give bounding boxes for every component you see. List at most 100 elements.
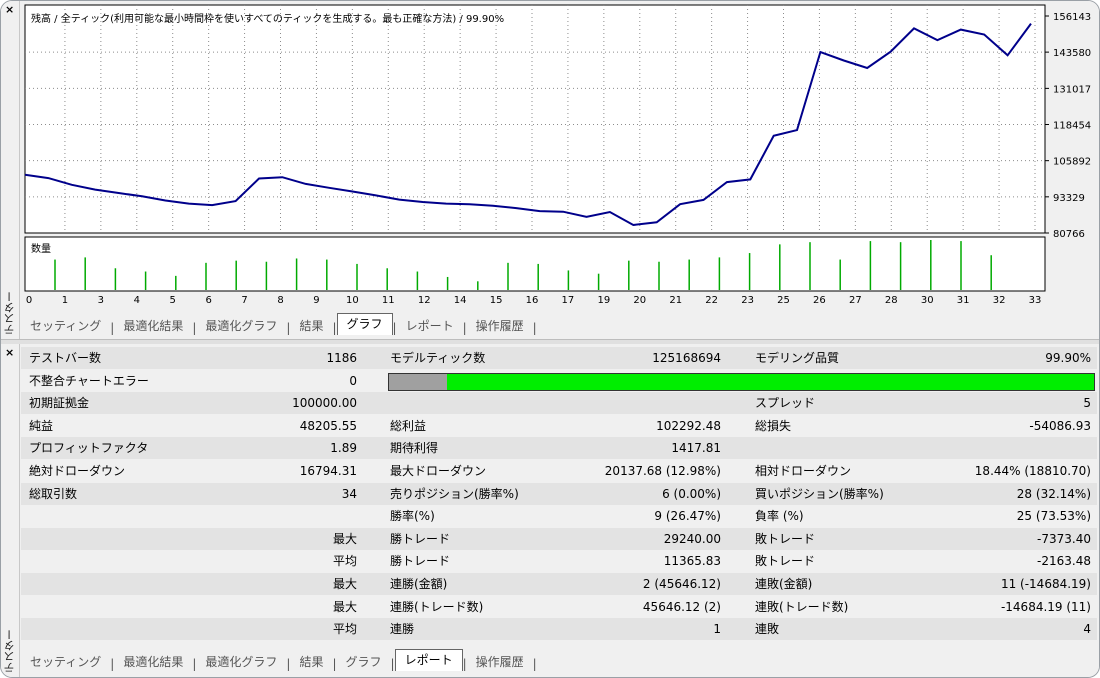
- tab-1[interactable]: 最適化結果: [114, 317, 192, 335]
- table-cell-v2: 11365.83: [663, 554, 721, 569]
- tab-separator: |: [532, 657, 537, 671]
- x-tick-label: 27: [849, 295, 862, 306]
- table-cell-v3: 28 (32.14%): [1016, 486, 1091, 501]
- graph-panel: × テスター 残高 / 全ティック(利用可能な最小時間枠を使いすべてのティックを…: [1, 1, 1099, 339]
- x-tick-label: 5: [170, 295, 176, 306]
- x-tick-label: 33: [1029, 295, 1042, 306]
- x-tick-label: 15: [490, 295, 503, 306]
- tab-4[interactable]: グラフ: [336, 313, 393, 335]
- close-icon[interactable]: ×: [5, 3, 14, 16]
- y-tick-label: 156143: [1053, 12, 1091, 23]
- balance-chart: 残高 / 全ティック(利用可能な最小時間枠を使いすべてのティックを生成する。最も…: [21, 1, 1097, 313]
- table-cell-v3: -2163.48: [1037, 554, 1091, 569]
- table-row: 絶対ドローダウン 16794.31 最大ドローダウン 20137.68 (12.98%…: [21, 460, 1097, 482]
- table-cell-v1: 48205.55: [299, 418, 357, 433]
- x-tick-label: 7: [241, 295, 247, 306]
- table-cell-v2: 29240.00: [663, 531, 721, 546]
- table-cell-v3: -7373.40: [1037, 531, 1091, 546]
- y-tick-label: 143580: [1053, 48, 1091, 59]
- table-cell-v1: 34: [341, 486, 357, 501]
- table-cell-v2: 9 (26.47%): [654, 509, 721, 524]
- volume-label: 数量: [31, 242, 51, 255]
- table-cell-v1: 1186: [326, 351, 357, 365]
- tab-4[interactable]: グラフ: [337, 653, 391, 671]
- table-cell-v1: 最大: [332, 531, 357, 546]
- tester-side-bar-bottom: × テスター: [1, 344, 20, 677]
- tab-separator: |: [532, 321, 537, 335]
- table-row: 不整合チャートエラー 0: [21, 370, 1097, 392]
- table-cell-v1: 0: [349, 373, 357, 388]
- table-cell-v2: 20137.68 (12.98%): [604, 464, 721, 478]
- y-tick-label: 80766: [1053, 229, 1085, 240]
- side-label: テスター: [3, 291, 16, 335]
- x-tick-label: 3: [98, 295, 104, 306]
- x-tick-label: 14: [454, 295, 467, 306]
- x-tick-label: 30: [921, 295, 934, 306]
- x-tick-label: 1: [62, 295, 68, 306]
- x-tick-label: 20: [633, 295, 646, 306]
- table-cell-v2: [511, 392, 721, 414]
- tab-2[interactable]: 最適化グラフ: [196, 653, 286, 671]
- tab-6[interactable]: 操作履歴: [467, 653, 533, 671]
- x-tick-label: 12: [418, 295, 431, 306]
- tab-5[interactable]: レポート: [394, 649, 463, 671]
- table-cell-v3: -14684.19 (11): [1000, 599, 1091, 614]
- x-tick-label: 23: [741, 295, 754, 306]
- table-row: テストバー数 1186 モデルティック数 125168694 モデリング品質 99.90%: [21, 347, 1097, 369]
- x-tick-label: 25: [777, 295, 790, 306]
- x-tick-label: 0: [26, 295, 32, 306]
- table-row: 最大 勝トレード 29240.00 敗トレード -7373.40: [21, 527, 1097, 550]
- table-cell-v1: 平均: [332, 622, 357, 637]
- table-cell-v3: 25 (73.53%): [1016, 509, 1091, 524]
- table-cell-v2: 1: [713, 622, 721, 637]
- table-row: プロフィットファクタ 1.89 期待利得 1417.81: [21, 437, 1097, 460]
- table-cell-v2: 1417.81: [671, 441, 721, 456]
- tab-3[interactable]: 結果: [290, 317, 332, 335]
- table-row: 平均 勝トレード 11365.83 敗トレード -2163.48: [21, 550, 1097, 572]
- table-cell-v1: 平均: [332, 554, 357, 569]
- table-cell-v1: 16794.31: [299, 464, 357, 478]
- table-row: 最大 連勝(トレード数) 45646.12 (2) 連敗(トレード数) -14684.1…: [21, 596, 1097, 618]
- x-tick-label: 16: [526, 295, 539, 306]
- tab-0[interactable]: セッティング: [21, 653, 110, 671]
- tab-0[interactable]: セッティング: [21, 317, 110, 335]
- table-cell-v3: [871, 437, 1091, 459]
- x-tick-label: 8: [277, 295, 283, 306]
- table-cell-v3: 5: [1083, 396, 1091, 411]
- x-tick-label: 9: [313, 295, 319, 306]
- x-tick-label: 26: [813, 295, 826, 306]
- table-cell-v2: 102292.48: [656, 418, 721, 433]
- chart-title: 残高 / 全ティック(利用可能な最小時間枠を使いすべてのティックを生成する。最も…: [31, 12, 504, 25]
- table-cell-v3: 18.44% (18810.70): [974, 464, 1091, 478]
- tab-5[interactable]: レポート: [397, 317, 463, 335]
- x-tick-label: 10: [346, 295, 359, 306]
- table-row: 勝率(%) 9 (26.47%) 負率 (%) 25 (73.53%): [21, 505, 1097, 527]
- table-cell-v3: 11 (-14684.19): [1000, 577, 1091, 591]
- tab-2[interactable]: 最適化グラフ: [196, 317, 286, 335]
- x-tick-label: 11: [382, 295, 395, 306]
- table-row: 平均 連勝 1 連敗 4: [21, 618, 1097, 641]
- table-cell-v1: 最大: [332, 577, 357, 591]
- close-icon[interactable]: ×: [5, 346, 14, 359]
- x-tick-label: 22: [705, 295, 718, 306]
- tab-3[interactable]: 結果: [290, 653, 332, 671]
- volume-plot-area: [24, 236, 1046, 292]
- x-tick-label: 21: [669, 295, 682, 306]
- tab-1[interactable]: 最適化結果: [114, 653, 192, 671]
- table-cell-v1: 100000.00: [292, 396, 357, 411]
- x-tick-label: 6: [205, 295, 211, 306]
- x-tick-label: 19: [597, 295, 610, 306]
- tester-side-bar: × テスター: [1, 1, 20, 339]
- table-cell-v1: 1.89: [330, 441, 357, 456]
- table-row: 初期証拠金 100000.00 スプレッド 5: [21, 392, 1097, 415]
- x-tick-label: 31: [957, 295, 970, 306]
- table-row: 総取引数 34 売りポジション(勝率%) 6 (0.00%) 買いポジション(勝率%) 2…: [21, 482, 1097, 505]
- x-tick-label: 28: [885, 295, 898, 306]
- table-cell-v2: 45646.12 (2): [642, 599, 721, 614]
- table-cell-v3: 4: [1083, 622, 1091, 637]
- table-cell-v3: 99.90%: [1045, 351, 1091, 365]
- tester-tabs-bottom: セッティング | 最適化結果 | 最適化グラフ | 結果 | グラフ | レポート | 操作履歴 |: [21, 649, 537, 671]
- y-tick-label: 105892: [1053, 157, 1091, 168]
- table-cell-v1: 最大: [332, 599, 357, 614]
- tab-6[interactable]: 操作履歴: [467, 317, 533, 335]
